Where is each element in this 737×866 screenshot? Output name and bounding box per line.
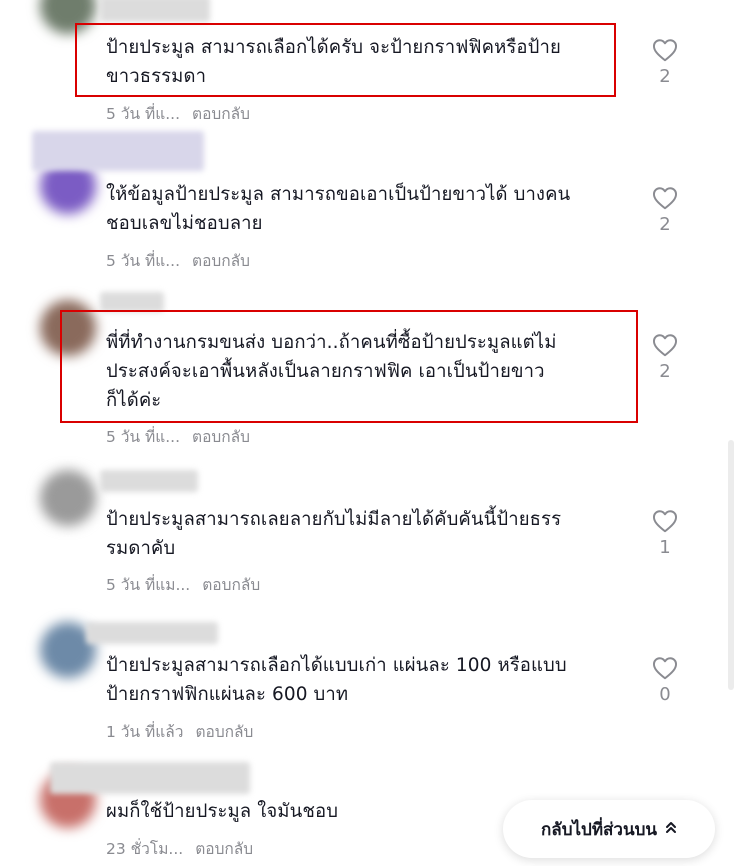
username-blurred[interactable] [50,762,250,794]
reply-button[interactable]: ตอบกลับ [192,105,250,123]
comments-panel: ป้ายประมูล สามารถเลือกได้ครับ จะป้ายกราฟ… [0,0,737,866]
username-blurred[interactable] [100,292,164,312]
comment-meta: 23 ชั่วโม... ตอบกลับ [106,836,253,861]
heart-icon[interactable] [652,38,678,62]
back-to-top-button[interactable]: กลับไปที่ส่วนบน [503,800,715,858]
double-chevron-up-icon [665,819,677,839]
username-blurred[interactable] [32,131,204,171]
like-count: 1 [659,537,671,558]
avatar[interactable] [40,0,96,34]
comment-meta: 5 วัน ที่แม... ตอบกลับ [106,572,260,597]
like-control[interactable]: 2 [646,38,684,87]
like-count: 2 [659,361,671,382]
heart-icon[interactable] [652,509,678,533]
username-blurred[interactable] [100,0,210,22]
username-blurred[interactable] [86,622,218,644]
like-control[interactable]: 2 [646,186,684,235]
like-count: 2 [659,66,671,87]
comment-text: ป้ายประมูลสามารถเลือกได้แบบเก่า แผ่นละ 1… [106,655,567,705]
comment-text: พี่ที่ทำงานกรมขนส่ง บอกว่า..ถ้าคนที่ซื้อ… [106,332,557,411]
back-to-top-label: กลับไปที่ส่วนบน [540,819,657,840]
comment-time: 5 วัน ที่แม... [106,576,191,594]
reply-button[interactable]: ตอบกลับ [192,252,250,270]
comment-time: 1 วัน ที่แล้ว [106,723,184,741]
avatar[interactable] [40,470,96,526]
comment-meta: 5 วัน ที่แ... ตอบกลับ [106,248,250,273]
reply-button[interactable]: ตอบกลับ [192,428,250,446]
comment-time: 5 วัน ที่แ... [106,252,181,270]
avatar[interactable] [40,300,96,356]
comment-text: ป้ายประมูล สามารถเลือกได้ครับ จะป้ายกราฟ… [106,37,561,87]
scrollbar[interactable] [728,440,734,690]
comment-meta: 5 วัน ที่แ... ตอบกลับ [106,424,250,449]
like-control[interactable]: 1 [646,509,684,558]
heart-icon[interactable] [652,186,678,210]
comment-meta: 1 วัน ที่แล้ว ตอบกลับ [106,719,253,744]
like-count: 0 [659,684,671,705]
comment-text: ให้ข้อมูลป้ายประมูล สามารถขอเอาเป็นป้ายข… [106,184,571,234]
comment-meta: 5 วัน ที่แ... ตอบกลับ [106,101,250,126]
heart-icon[interactable] [652,333,678,357]
reply-button[interactable]: ตอบกลับ [202,576,260,594]
reply-button[interactable]: ตอบกลับ [195,723,253,741]
comment-time: 23 ชั่วโม... [106,840,184,858]
like-control[interactable]: 0 [646,656,684,705]
comment-time: 5 วัน ที่แ... [106,105,181,123]
comment-time: 5 วัน ที่แ... [106,428,181,446]
username-blurred[interactable] [100,470,198,492]
heart-icon[interactable] [652,656,678,680]
comment-text: ป้ายประมูลสามารถเลยลายกับไม่มีลายได้คับค… [106,509,562,559]
reply-button[interactable]: ตอบกลับ [195,840,253,858]
like-count: 2 [659,214,671,235]
like-control[interactable]: 2 [646,333,684,382]
